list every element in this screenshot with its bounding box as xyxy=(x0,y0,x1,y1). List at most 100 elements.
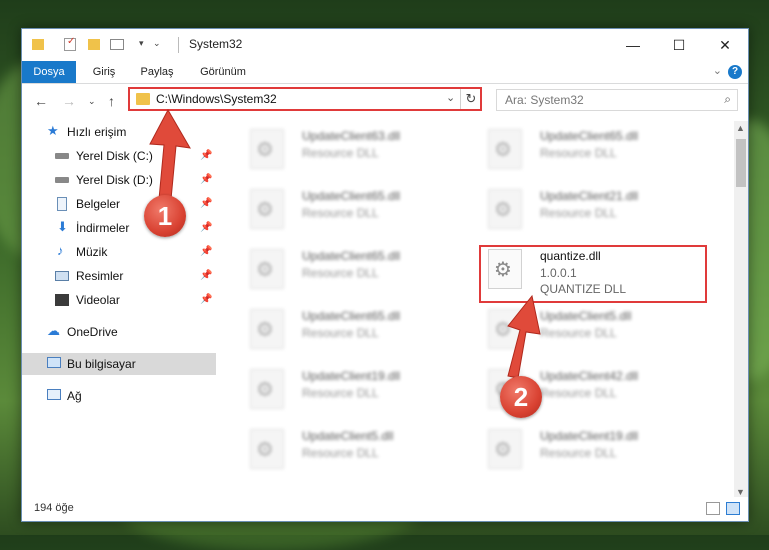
scroll-down-icon[interactable]: ▼ xyxy=(736,487,745,497)
view-menu-icon[interactable] xyxy=(110,39,124,50)
sidebar-item-label: OneDrive xyxy=(67,325,118,339)
gear-icon: ⚙ xyxy=(256,199,274,221)
tab-view[interactable]: Görünüm xyxy=(192,61,254,83)
scroll-up-icon[interactable]: ▲ xyxy=(736,123,745,133)
address-path[interactable]: C:\Windows\System32 xyxy=(156,92,277,106)
gear-icon: ⚙ xyxy=(256,379,274,401)
dll-file-icon: ⚙ xyxy=(250,249,284,289)
sidebar-item-label: Hızlı erişim xyxy=(67,125,127,139)
sidebar-item-label: Bu bilgisayar xyxy=(67,357,136,371)
customize-toolbar-icon[interactable]: ▾ xyxy=(139,38,144,54)
tiles-view-icon[interactable] xyxy=(726,502,740,515)
forward-arrow-icon[interactable]: → xyxy=(62,93,76,109)
sidebar-item-documents[interactable]: Belgeler 📌 xyxy=(22,193,216,215)
videos-icon xyxy=(55,294,69,306)
tab-share[interactable]: Paylaş xyxy=(134,61,180,83)
file-type: Resource DLL xyxy=(540,206,617,220)
vertical-scrollbar[interactable]: ▲ ▼ xyxy=(734,121,748,499)
sidebar-item-videos[interactable]: Videolar 📌 xyxy=(22,289,216,311)
tab-file[interactable]: Dosya xyxy=(22,61,76,83)
dll-file-icon: ⚙ xyxy=(488,309,522,349)
sidebar-item-label: Yerel Disk (C:) xyxy=(76,149,153,163)
file-tile[interactable]: ⚙ UpdateClient65.dll Resource DLL xyxy=(240,307,460,357)
sidebar-item-label: Resimler xyxy=(76,269,124,283)
file-type: Resource DLL xyxy=(302,386,379,400)
refresh-icon[interactable]: ↻ xyxy=(460,89,481,109)
sidebar-item-label: Belgeler xyxy=(76,197,121,211)
sidebar-item-quick-access[interactable]: ★ Hızlı erişim xyxy=(22,121,216,143)
minimize-button[interactable]: — xyxy=(610,29,656,61)
dll-file-icon: ⚙ xyxy=(250,189,284,229)
dll-file-icon: ⚙ xyxy=(250,429,284,469)
file-tile[interactable]: ⚙ UpdateClient63.dll Resource DLL xyxy=(240,127,460,177)
sidebar-item-downloads[interactable]: ⬇ İndirmeler 📌 xyxy=(22,217,216,239)
documents-icon xyxy=(57,197,67,211)
star-icon: ★ xyxy=(47,123,59,138)
file-name: UpdateClient65.dll xyxy=(302,249,401,263)
up-arrow-icon[interactable]: ↑ xyxy=(108,93,115,109)
sidebar-item-onedrive[interactable]: ☁ OneDrive xyxy=(22,321,216,343)
file-tile[interactable]: ⚙ UpdateClient5.dll Resource DLL xyxy=(478,307,698,357)
help-button[interactable]: ? xyxy=(728,65,742,79)
file-name: UpdateClient65.dll xyxy=(302,189,401,203)
tab-home[interactable]: Giriş xyxy=(84,61,124,83)
file-tile[interactable]: ⚙ UpdateClient65.dll Resource DLL xyxy=(478,127,698,177)
ribbon-expand-icon[interactable]: ⌄ xyxy=(713,64,722,77)
scrollbar-thumb[interactable] xyxy=(736,139,746,187)
file-tile[interactable]: ⚙ UpdateClient65.dll Resource DLL xyxy=(240,187,460,237)
window-title: System32 xyxy=(189,37,243,51)
file-name: UpdateClient42.dll xyxy=(540,369,639,383)
file-tile[interactable]: ⚙ UpdateClient5.dll Resource DLL xyxy=(240,427,460,477)
pin-icon[interactable]: 📌 xyxy=(200,270,212,281)
file-tile[interactable]: ⚙ UpdateClient21.dll Resource DLL xyxy=(478,187,698,237)
search-input[interactable]: Ara: System32 ⌕ xyxy=(496,89,738,111)
pin-icon[interactable]: 📌 xyxy=(200,150,212,161)
step-marker-1: 1 xyxy=(144,195,186,237)
dll-file-icon: ⚙ xyxy=(250,369,284,409)
pin-icon[interactable]: 📌 xyxy=(200,174,212,185)
sidebar-item-pictures[interactable]: Resimler 📌 xyxy=(22,265,216,287)
details-view-icon[interactable] xyxy=(706,502,720,515)
sidebar-item-disk-c[interactable]: Yerel Disk (C:) 📌 xyxy=(22,145,216,167)
file-type: Resource DLL xyxy=(302,266,379,280)
search-icon[interactable]: ⌕ xyxy=(724,92,731,107)
back-arrow-icon[interactable]: ← xyxy=(34,93,48,109)
file-type: Resource DLL xyxy=(302,206,379,220)
gear-icon: ⚙ xyxy=(494,199,512,221)
ribbon: Dosya Giriş Paylaş Görünüm ⌄ ? xyxy=(22,61,748,84)
sidebar-item-label: Yerel Disk (D:) xyxy=(76,173,153,187)
recent-locations-icon[interactable]: ⌄ xyxy=(88,96,96,107)
new-folder-icon[interactable] xyxy=(88,39,100,50)
maximize-button[interactable]: ☐ xyxy=(656,29,702,61)
file-type: Resource DLL xyxy=(302,146,379,160)
pin-icon[interactable]: 📌 xyxy=(200,198,212,209)
sidebar-item-label: Ağ xyxy=(67,389,82,403)
file-name: UpdateClient65.dll xyxy=(540,129,639,143)
chevron-down-icon[interactable]: ⌄ xyxy=(153,38,161,54)
sidebar-item-label: Müzik xyxy=(76,245,108,259)
sidebar-item-disk-d[interactable]: Yerel Disk (D:) 📌 xyxy=(22,169,216,191)
file-tile[interactable]: ⚙ UpdateClient19.dll Resource DLL xyxy=(478,427,698,477)
music-icon: ♪ xyxy=(57,243,64,258)
sidebar-item-network[interactable]: Ağ xyxy=(22,385,216,407)
file-name: UpdateClient65.dll xyxy=(302,309,401,323)
file-tile[interactable]: ⚙ UpdateClient65.dll Resource DLL xyxy=(240,247,460,297)
sidebar-item-music[interactable]: ♪ Müzik 📌 xyxy=(22,241,216,263)
pin-icon[interactable]: 📌 xyxy=(200,246,212,257)
pin-icon[interactable]: 📌 xyxy=(200,222,212,233)
quantize-highlight-box xyxy=(479,245,707,303)
pin-icon[interactable]: 📌 xyxy=(200,294,212,305)
close-button[interactable]: ✕ xyxy=(702,29,748,61)
sidebar-item-label: Videolar xyxy=(76,293,120,307)
dll-file-icon: ⚙ xyxy=(488,429,522,469)
file-tile[interactable]: ⚙ UpdateClient19.dll Resource DLL xyxy=(240,367,460,417)
sidebar-item-this-pc[interactable]: Bu bilgisayar xyxy=(22,353,216,375)
address-bar[interactable]: C:\Windows\System32 ⌄ ↻ xyxy=(128,87,482,111)
properties-icon[interactable]: ✓ xyxy=(64,36,76,51)
file-name: UpdateClient63.dll xyxy=(302,129,401,143)
title-bar: ✓ ▾ ⌄ System32 — ☐ ✕ xyxy=(22,29,748,61)
file-name: UpdateClient21.dll xyxy=(540,189,639,203)
file-type: Resource DLL xyxy=(540,326,617,340)
network-icon xyxy=(47,389,61,400)
chevron-down-icon[interactable]: ⌄ xyxy=(446,91,455,104)
